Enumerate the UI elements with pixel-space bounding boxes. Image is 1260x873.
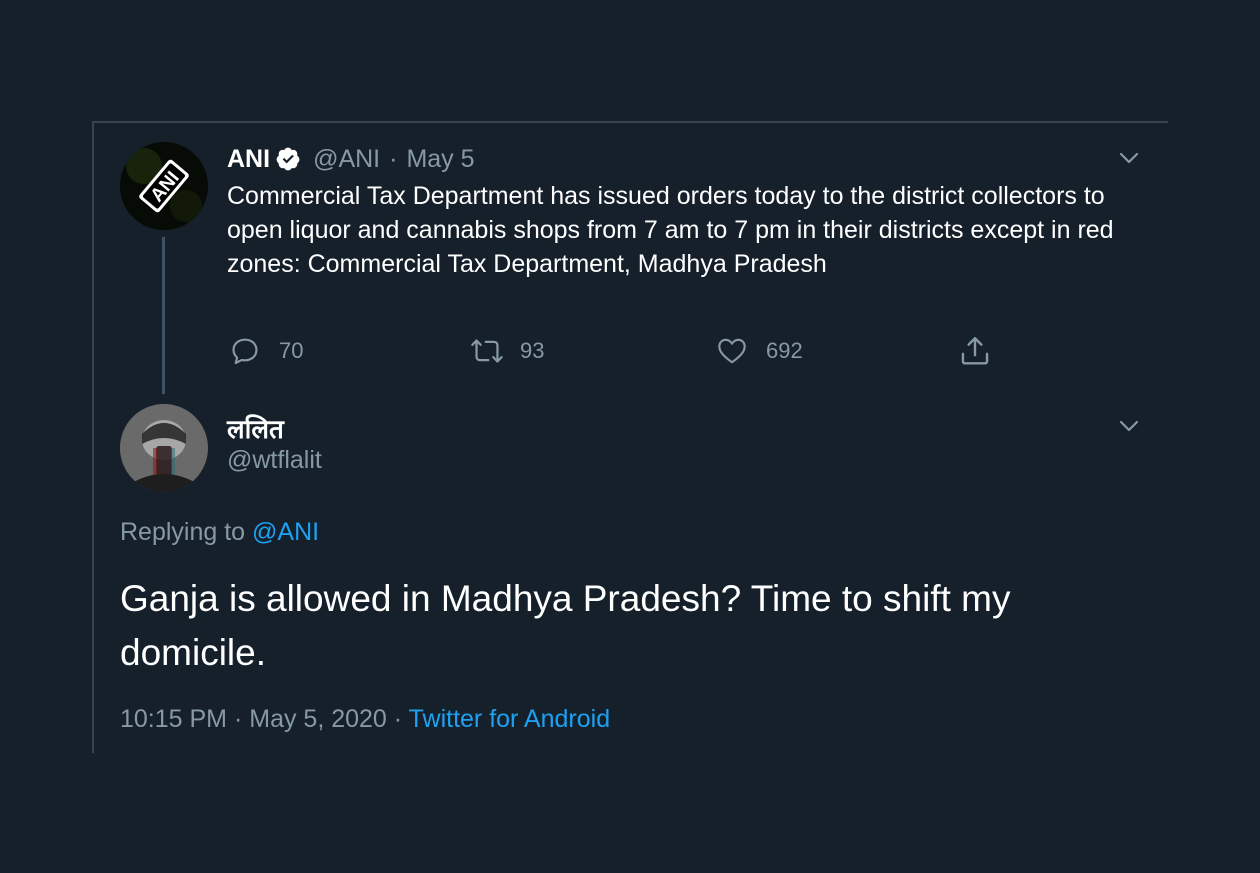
heart-outline-icon [718, 338, 746, 364]
replying-to-line: Replying to @ANI [120, 518, 319, 547]
comment-bubble-icon [232, 338, 258, 365]
reply-action[interactable]: 70 [229, 335, 303, 367]
ani-avatar[interactable]: ANI [120, 142, 208, 230]
verified-badge-icon [275, 146, 301, 172]
ani-handle[interactable]: @ANI [313, 145, 380, 174]
retweet-arrows-icon [471, 339, 503, 363]
chevron-down-icon[interactable] [1117, 146, 1141, 170]
share-action[interactable] [958, 335, 992, 367]
ani-logo-icon: ANI [120, 142, 208, 230]
wtflalit-avatar[interactable] [120, 404, 208, 492]
chevron-down-icon[interactable] [1117, 414, 1141, 438]
ani-tweet-text: Commercial Tax Department has issued ord… [227, 182, 1114, 278]
profile-photo-icon [120, 404, 208, 492]
tweet-metadata: 10:15 PM · May 5, 2020 · Twitter for And… [120, 705, 610, 734]
reply-tweet-text: Ganja is allowed in Madhya Pradesh? Time… [120, 578, 1011, 673]
tweet-time[interactable]: 10:15 PM [120, 705, 227, 733]
metadata-separator: · [233, 705, 243, 733]
ani-tweet-date[interactable]: May 5 [406, 145, 474, 174]
replying-to-label: Replying to [120, 518, 246, 546]
header-separator: · [389, 144, 398, 173]
like-action[interactable]: 692 [716, 335, 803, 367]
reply-count: 70 [279, 338, 304, 363]
retweet-action[interactable]: 93 [470, 335, 544, 367]
card-top-border [92, 121, 1168, 123]
tweet-date[interactable]: May 5, 2020 [249, 705, 387, 733]
ani-display-name[interactable]: ANI [227, 145, 270, 174]
tweet-source-link[interactable]: Twitter for Android [409, 705, 610, 733]
retweet-count: 93 [520, 338, 545, 363]
share-upload-icon [961, 337, 989, 365]
wtflalit-display-name[interactable]: ललित [227, 410, 284, 446]
card-left-border [92, 121, 94, 753]
thread-connector-line [162, 237, 165, 394]
ani-tweet-header: ANI @ANI · May 5 [227, 142, 475, 176]
metadata-separator: · [393, 705, 403, 733]
replying-to-mention[interactable]: @ANI [252, 518, 319, 546]
wtflalit-handle[interactable]: @wtflalit [227, 446, 322, 475]
like-count: 692 [766, 338, 803, 363]
